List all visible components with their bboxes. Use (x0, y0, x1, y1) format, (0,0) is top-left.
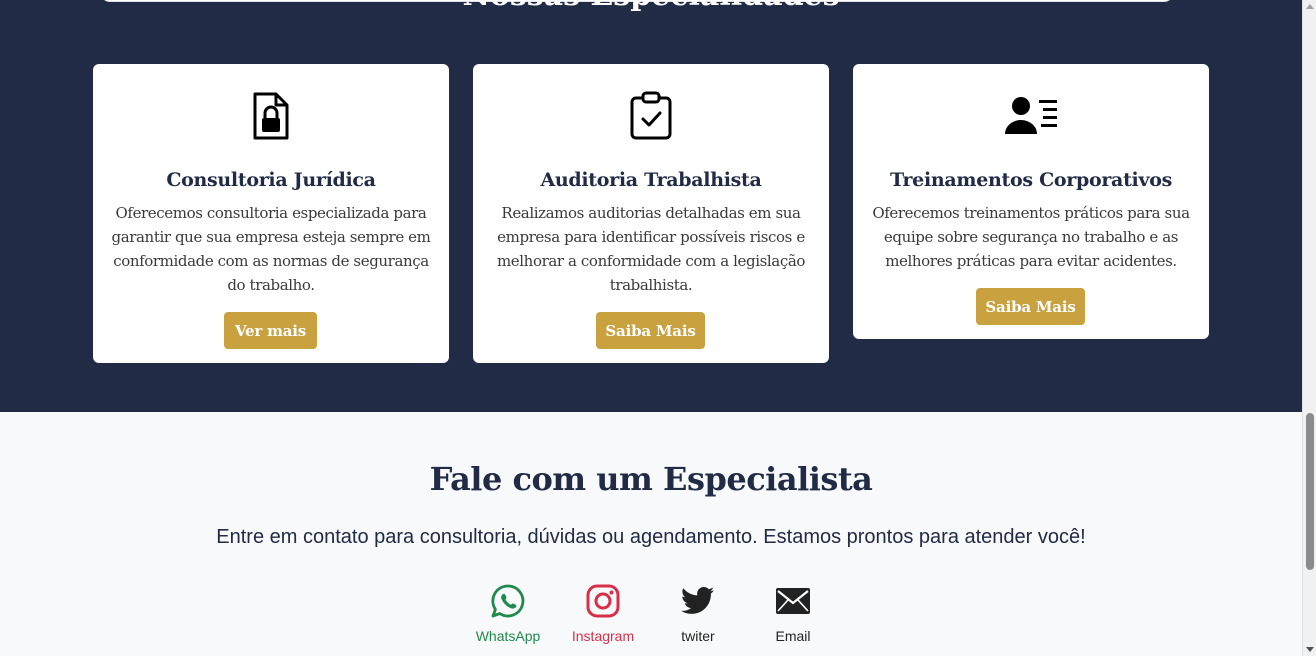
contact-title: Fale com um Especialista (429, 460, 873, 498)
contact-text: Entre em contato para consultoria, dúvid… (216, 526, 1086, 548)
scroll-up-arrow-icon[interactable] (1306, 4, 1314, 9)
instagram-label: Instagram (571, 628, 635, 644)
clipboard-check-icon (473, 90, 829, 142)
card-description: Oferecemos consultoria especializada par… (111, 204, 431, 294)
card-title: Auditoria Trabalhista (540, 169, 762, 191)
whatsapp-link[interactable]: WhatsApp (468, 582, 548, 644)
scrollbar-thumb[interactable] (1306, 413, 1314, 570)
whatsapp-label: WhatsApp (475, 628, 541, 644)
saiba-mais-button[interactable]: Saiba Mais (596, 312, 705, 349)
card-description: Oferecemos treinamentos práticos para su… (872, 204, 1190, 270)
lock-document-icon (93, 90, 449, 142)
scroll-down-arrow-icon[interactable] (1306, 647, 1314, 652)
email-label: Email (775, 628, 811, 644)
saiba-mais-button[interactable]: Saiba Mais (976, 288, 1085, 325)
page: Nossas Especialidades Consultoria Jurídi… (0, 0, 1302, 656)
twitter-icon (658, 582, 738, 620)
user-list-icon (853, 90, 1209, 142)
ver-mais-button[interactable]: Ver mais (224, 312, 317, 349)
specialty-card-treinamentos: Treinamentos Corporativos Oferecemos tre… (853, 64, 1209, 339)
twitter-link[interactable]: twiter (658, 582, 738, 644)
email-icon (753, 582, 833, 620)
twitter-label: twiter (681, 628, 715, 644)
card-title: Consultoria Jurídica (166, 169, 376, 191)
section-title: Nossas Especialidades (0, 0, 1302, 13)
instagram-link[interactable]: Instagram (563, 582, 643, 644)
specialty-card-auditoria: Auditoria Trabalhista Realizamos auditor… (473, 64, 829, 363)
specialties-section: Nossas Especialidades Consultoria Jurídi… (0, 0, 1302, 412)
whatsapp-icon (468, 582, 548, 620)
vertical-scrollbar[interactable] (1302, 0, 1316, 656)
card-title: Treinamentos Corporativos (890, 169, 1172, 191)
instagram-icon (563, 582, 643, 620)
specialty-card-consultoria: Consultoria Jurídica Oferecemos consulto… (93, 64, 449, 363)
card-description: Realizamos auditorias detalhadas em sua … (496, 204, 806, 294)
email-link[interactable]: Email (753, 582, 833, 644)
